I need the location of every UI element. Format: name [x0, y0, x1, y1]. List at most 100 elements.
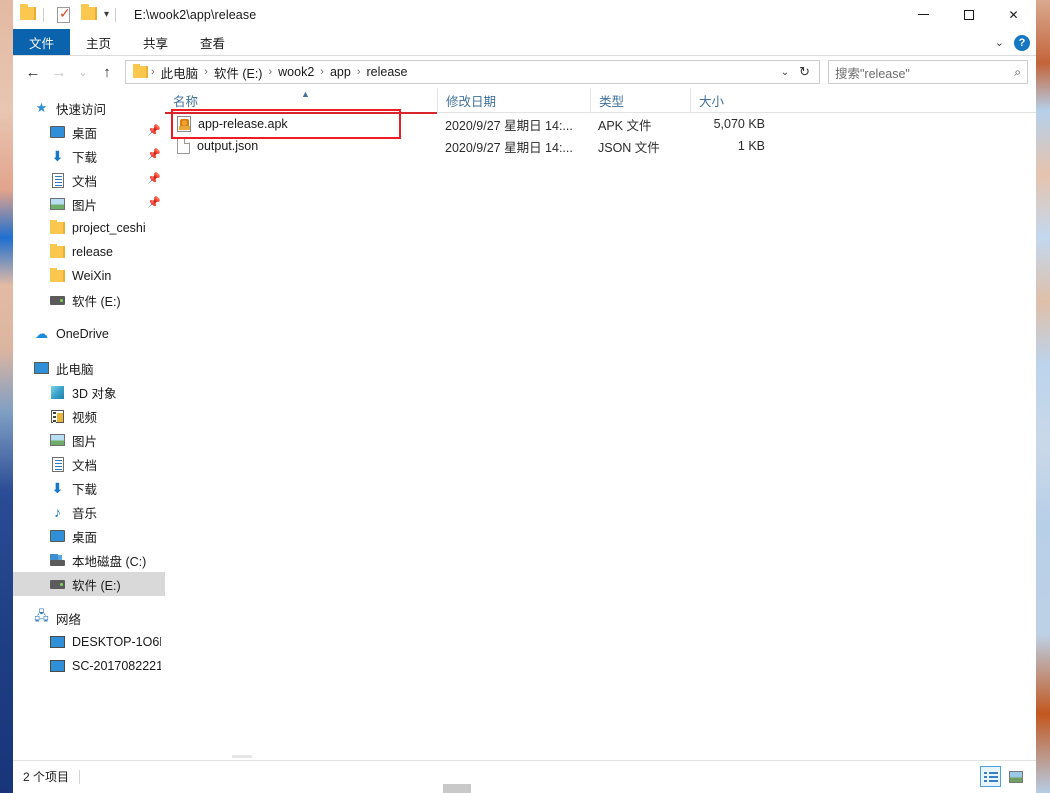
sidebar-item-downloads-pc[interactable]: ⬇ 下载: [13, 476, 165, 500]
customize-caret-icon[interactable]: ▾: [104, 9, 109, 20]
this-pc-icon: [33, 360, 50, 376]
breadcrumb-item-0[interactable]: 此电脑: [156, 63, 204, 82]
breadcrumb-item-2[interactable]: wook2: [273, 65, 319, 79]
sidebar-item-onedrive[interactable]: ☁ OneDrive: [13, 322, 165, 346]
sidebar-item-label: 图片: [72, 434, 98, 449]
music-icon: ♪: [54, 504, 61, 520]
star-pin-icon: ★: [35, 100, 48, 115]
breadcrumb-dropdown-icon[interactable]: ⌄: [776, 67, 794, 78]
sidebar-group-label: OneDrive: [56, 327, 109, 341]
tab-file[interactable]: 文件: [13, 29, 71, 55]
sidebar-item-3d-objects[interactable]: 3D 对象: [13, 380, 165, 404]
breadcrumb-item-4[interactable]: release: [361, 65, 412, 79]
column-header-type-label: 类型: [599, 94, 625, 109]
sidebar-item-pictures[interactable]: 图片 📌: [13, 192, 165, 216]
sidebar-item-desktop-pc[interactable]: 桌面: [13, 524, 165, 548]
item-count-label: 2 个项目: [23, 770, 70, 784]
sidebar-item-software-e-quick[interactable]: 软件 (E:): [13, 288, 165, 312]
window-controls: ✕: [901, 0, 1036, 29]
breadcrumb-bar[interactable]: › 此电脑 › 软件 (E:) › wook2 › app › release …: [125, 60, 820, 84]
file-name-cell[interactable]: output.json: [165, 138, 437, 154]
sidebar-item-label: 文档: [72, 174, 98, 189]
properties-icon[interactable]: [57, 5, 74, 23]
sidebar-item-label: release: [72, 245, 113, 259]
close-button[interactable]: ✕: [991, 0, 1036, 29]
sidebar-item-label: 3D 对象: [72, 386, 117, 401]
column-header-date[interactable]: 修改日期: [437, 87, 590, 113]
sidebar-item-release[interactable]: release: [13, 240, 165, 264]
sidebar-group-label: 快速访问: [56, 102, 107, 117]
tab-home[interactable]: 主页: [70, 29, 127, 55]
pin-icon[interactable]: 📌: [147, 174, 161, 185]
column-header-size[interactable]: 大小: [690, 87, 773, 113]
sidebar-group-quick-access[interactable]: ★ 快速访问: [13, 96, 165, 120]
sidebar-group-network[interactable]: 🖧 网络: [13, 606, 165, 630]
breadcrumb-item-3[interactable]: app: [325, 65, 356, 79]
help-icon[interactable]: ?: [1014, 34, 1030, 51]
maximize-icon: [963, 9, 974, 20]
sidebar-item-sc-201708222138[interactable]: SC-201708222138: [13, 654, 165, 678]
pin-icon[interactable]: 📌: [147, 198, 161, 209]
maximize-button[interactable]: [946, 0, 991, 29]
sidebar-item-label: 音乐: [72, 506, 98, 521]
file-name-label: output.json: [197, 139, 259, 153]
table-row[interactable]: app-release.apk 2020/9/27 星期日 14:... APK…: [165, 113, 1036, 135]
view-mode-buttons: [980, 766, 1026, 787]
sidebar-group-this-pc[interactable]: 此电脑: [13, 356, 165, 380]
taskbar-item[interactable]: [443, 784, 471, 793]
sidebar-item-software-e[interactable]: 软件 (E:): [13, 572, 165, 596]
sidebar-item-label: SC-201708222138: [72, 659, 161, 673]
details-view-button[interactable]: [980, 766, 1001, 787]
breadcrumb-item-1[interactable]: 软件 (E:): [209, 63, 268, 82]
up-button[interactable]: ↑: [95, 60, 119, 84]
tab-view[interactable]: 查看: [184, 29, 241, 55]
large-icons-view-button[interactable]: [1005, 766, 1026, 787]
back-button[interactable]: ←: [21, 60, 45, 84]
chevron-down-icon[interactable]: ⌄: [995, 36, 1004, 49]
sidebar-item-label: 软件 (E:): [72, 294, 121, 309]
sidebar-item-videos[interactable]: 视频: [13, 404, 165, 428]
toolbar-divider-2: [115, 7, 117, 22]
sidebar-item-label: 桌面: [72, 530, 98, 545]
pin-icon[interactable]: 📌: [147, 150, 161, 161]
file-name-cell[interactable]: app-release.apk: [165, 116, 437, 132]
sidebar-item-desktop[interactable]: 桌面 📌: [13, 120, 165, 144]
forward-button[interactable]: →: [47, 60, 71, 84]
json-file-icon: [177, 138, 190, 154]
pin-icon[interactable]: 📌: [147, 126, 161, 137]
sidebar-item-local-disk-c[interactable]: 本地磁盘 (C:): [13, 548, 165, 572]
address-bar: ← → ⌄ ↑ › 此电脑 › 软件 (E:) › wook2 › app › …: [13, 56, 1036, 88]
search-input[interactable]: 搜索"release" ⌕: [828, 60, 1028, 84]
recent-locations-button[interactable]: ⌄: [73, 60, 93, 84]
sidebar-item-downloads[interactable]: ⬇ 下载 📌: [13, 144, 165, 168]
column-header-name-label: 名称: [173, 94, 199, 109]
sidebar-item-documents[interactable]: 文档 📌: [13, 168, 165, 192]
new-folder-icon[interactable]: [81, 3, 98, 23]
sidebar-item-weixin[interactable]: WeiXin: [13, 264, 165, 288]
sidebar-item-music[interactable]: ♪ 音乐: [13, 500, 165, 524]
desktop-icon: [49, 124, 66, 140]
file-list-pane[interactable]: 名称 ▲ 修改日期 类型 大小 app-release.apk 2020/9/2…: [165, 87, 1036, 760]
refresh-icon[interactable]: ↻: [794, 64, 815, 80]
computer-icon: [49, 658, 66, 674]
minimize-button[interactable]: [901, 0, 946, 29]
table-row[interactable]: output.json 2020/9/27 星期日 14:... JSON 文件…: [165, 135, 1036, 157]
sidebar-item-pictures-pc[interactable]: 图片: [13, 428, 165, 452]
column-header-name[interactable]: 名称 ▲: [165, 88, 437, 113]
sidebar-group-label: 网络: [56, 612, 82, 627]
folder-icon[interactable]: [20, 3, 37, 23]
sidebar-item-documents-pc[interactable]: 文档: [13, 452, 165, 476]
navigation-pane[interactable]: ★ 快速访问 桌面 📌 ⬇ 下载 📌 文档 📌 图片 📌 project_ces…: [13, 88, 165, 760]
folder-icon: [49, 268, 66, 284]
sidebar-item-label: WeiXin: [72, 269, 112, 283]
tab-share[interactable]: 共享: [127, 29, 184, 55]
sidebar-item-project-ceshi[interactable]: project_ceshi: [13, 216, 165, 240]
sidebar-item-label: 文档: [72, 458, 98, 473]
sidebar-item-desktop-1o6eu0[interactable]: DESKTOP-1O6EU0: [13, 630, 165, 654]
sidebar-item-label: DESKTOP-1O6EU0: [72, 635, 161, 649]
column-header-type[interactable]: 类型: [590, 87, 690, 113]
status-bar: 2 个项目: [13, 760, 1036, 792]
